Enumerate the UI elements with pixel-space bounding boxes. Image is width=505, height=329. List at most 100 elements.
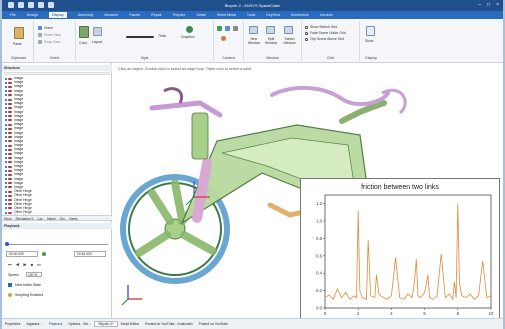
component-icon [4,106,14,109]
new-window-icon[interactable] [249,26,258,34]
data-point [455,297,457,298]
data-point [478,295,479,297]
window-group: New Window Split Window Switch Window Wi… [244,21,302,61]
camera-cube-icon[interactable] [225,26,230,31]
tab-tools[interactable]: Tools [247,13,255,17]
component-icon [4,102,14,105]
orient-group-label: Orient [49,56,60,60]
tab-keyshot[interactable]: KeyShot [266,13,280,17]
data-point [403,298,405,300]
minimize-icon[interactable]: – [478,2,481,8]
tab-facets[interactable]: Facets [129,13,140,17]
plane-view-icon[interactable] [38,33,42,37]
view-triad[interactable] [121,285,142,306]
new-initial-state-button[interactable]: New Initial State [15,283,41,287]
component-icon [4,169,14,172]
tab-prepare[interactable]: Prepare [173,13,186,17]
clip-scene-checkbox[interactable] [305,38,308,41]
component-icon [4,123,14,126]
split-window-icon[interactable] [266,26,275,34]
title-bar: Bicycle-2 - ANSYS SpaceClaim – □ × [2,0,503,11]
y-tick-label: 1.0 [316,219,322,224]
doc-tab-bicycle[interactable]: Bicycle-2* [94,321,118,327]
data-point [459,283,460,285]
playback-controls[interactable]: ⏮◀▶■⏭ [8,262,45,267]
window-title: Bicycle-2 - ANSYS SpaceClaim [224,3,281,8]
camera-settings-icon[interactable] [233,26,238,31]
graphics-icon[interactable] [186,26,193,33]
data-point [414,279,415,281]
tab-appearance[interactable]: Appeara… [23,322,45,326]
component-icon [4,144,14,147]
tab-momentum[interactable]: Momentum [291,13,309,17]
data-point [474,298,475,300]
snap-view-label: Snap View [44,40,61,44]
speed-field[interactable]: 100 % [26,272,42,277]
data-point [424,292,425,293]
snap-view-icon[interactable] [38,40,42,44]
initial-state-icon[interactable] [8,283,12,287]
tab-uenzzle[interactable]: Uenzzle [320,13,333,17]
camera-view-icon[interactable] [217,26,222,31]
doc-tab-youtube-2[interactable]: Posted on YouTube [196,322,231,326]
friction-series-line [324,203,492,301]
application-window: Bicycle-2 - ANSYS SpaceClaim – □ × File … [0,0,505,329]
layout-icon[interactable] [93,27,102,36]
tab-properties[interactable]: Properties [2,322,23,326]
tab-detail[interactable]: Detail [197,13,206,17]
show-sketch-grid-checkbox[interactable] [305,26,308,29]
data-point [359,290,361,291]
data-point [415,258,417,260]
structure-tree[interactable]: Image Image Image Image Image Image Image Image… [4,76,110,220]
fade-scene-checkbox[interactable] [305,32,308,35]
component-icon [4,135,14,139]
tab-file[interactable]: File [10,13,16,17]
tab-assembly[interactable]: Assembly [78,13,94,17]
tab-measure[interactable]: Measure [104,13,118,17]
split-window-label: Split Window [265,37,278,45]
doc-tab-script-editor[interactable]: Script Editor [118,322,142,326]
show-icon[interactable] [366,26,375,36]
component-icon [4,156,14,160]
tab-sheet-metal[interactable]: Sheet Metal [217,13,236,17]
display-group: Show Display [360,21,382,61]
tab-display[interactable]: Display [48,12,67,18]
time-start-field[interactable]: 00:00.000 [6,251,38,257]
tab-options-selection[interactable]: Options - Sel… [65,322,94,326]
component-icon [4,77,14,80]
data-point [432,298,434,300]
data-point [353,295,355,297]
home-view-icon[interactable] [38,26,42,30]
data-point [357,210,359,211]
plane-view-label: Plane View [44,33,61,37]
component-icon [4,127,14,130]
close-icon[interactable]: × [496,2,499,8]
component-icon [4,181,14,185]
color-icon[interactable] [79,26,89,38]
graphics-label: Graphics [181,35,195,39]
left-panel-tabs[interactable]: Struc… Simulation S… Lay… Select… Gro… V… [2,215,112,221]
doc-tab-youtube-1[interactable]: Posted on YouTube - Koalcrash [142,322,196,326]
tab-repair[interactable]: Repair [151,13,162,17]
scripting-enabled-label[interactable]: Scripting Enabled [15,293,43,297]
switch-window-icon[interactable] [284,26,293,34]
playback-slider-track[interactable] [6,244,108,245]
component-icon [4,211,14,214]
component-icon [4,152,14,155]
camera-rotate-icon[interactable] [221,36,226,41]
y-tick-label: 0.4 [316,271,322,276]
time-end-field[interactable]: 00:40.000 [74,251,106,257]
paste-icon[interactable] [14,27,24,39]
status-bar: Properties Appeara… Playback Options - S… [2,318,503,329]
component-icon [4,118,14,122]
data-point [382,297,384,298]
playback-slider-thumb[interactable] [5,242,9,246]
tab-design[interactable]: Design [27,13,38,17]
chart-canvas: friction between two links 0.00.20.40.60… [316,184,494,316]
data-point [429,297,430,298]
tab-playback[interactable]: Playback [46,322,66,326]
data-point [411,297,413,298]
record-icon[interactable] [42,252,46,256]
line-weight-icon[interactable] [126,36,154,38]
maximize-icon[interactable]: □ [487,2,490,8]
